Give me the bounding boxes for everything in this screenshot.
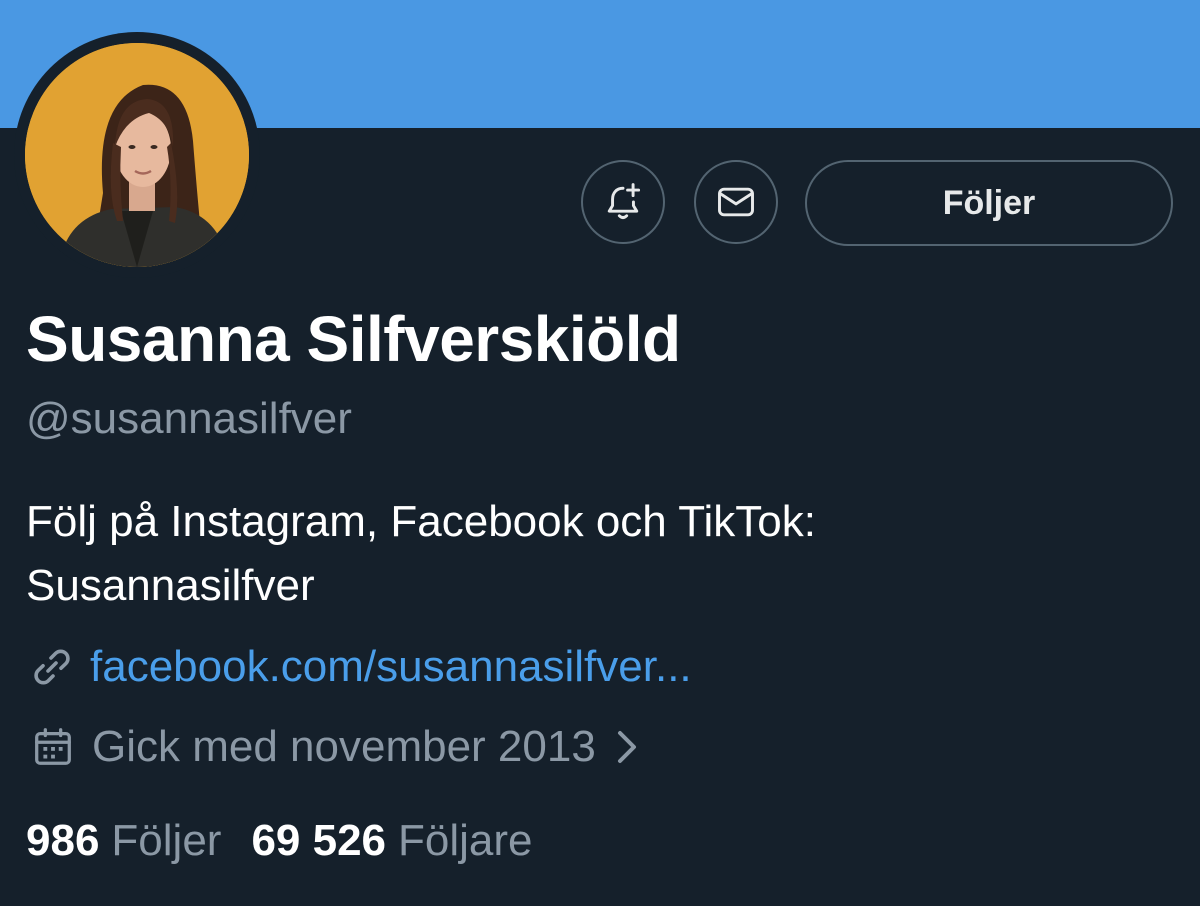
following-stat[interactable]: 986 Följer	[26, 816, 221, 866]
bell-plus-icon	[607, 183, 641, 220]
profile-link[interactable]: facebook.com/susannasilfver...	[28, 642, 692, 692]
avatar[interactable]	[25, 43, 249, 267]
profile-bio: Följ på Instagram, Facebook och TikTok: …	[26, 490, 1166, 618]
joined-date[interactable]: Gick med november 2013	[30, 722, 640, 772]
chevron-right-icon	[617, 731, 636, 763]
calendar-icon	[35, 728, 71, 765]
bio-line: Susannasilfver	[26, 561, 315, 610]
notification-button[interactable]	[581, 160, 665, 244]
followers-count: 69 526	[251, 816, 387, 865]
envelope-icon	[718, 187, 754, 217]
followers-label: Följare	[398, 816, 533, 865]
profile-stats: 986 Följer 69 526 Följare	[26, 816, 533, 866]
profile-link-text[interactable]: facebook.com/susannasilfver...	[90, 642, 692, 692]
display-name: Susanna Silfverskiöld	[26, 303, 681, 375]
following-count: 986	[26, 816, 100, 865]
user-handle: @susannasilfver	[26, 394, 352, 443]
link-icon	[34, 649, 70, 685]
bio-line: Följ på Instagram, Facebook och TikTok:	[26, 497, 816, 546]
message-button[interactable]	[694, 160, 778, 244]
followers-stat[interactable]: 69 526 Följare	[251, 816, 532, 866]
following-label: Följer	[111, 816, 222, 865]
following-button[interactable]: Följer	[805, 160, 1173, 246]
joined-text: Gick med november 2013	[92, 722, 596, 771]
